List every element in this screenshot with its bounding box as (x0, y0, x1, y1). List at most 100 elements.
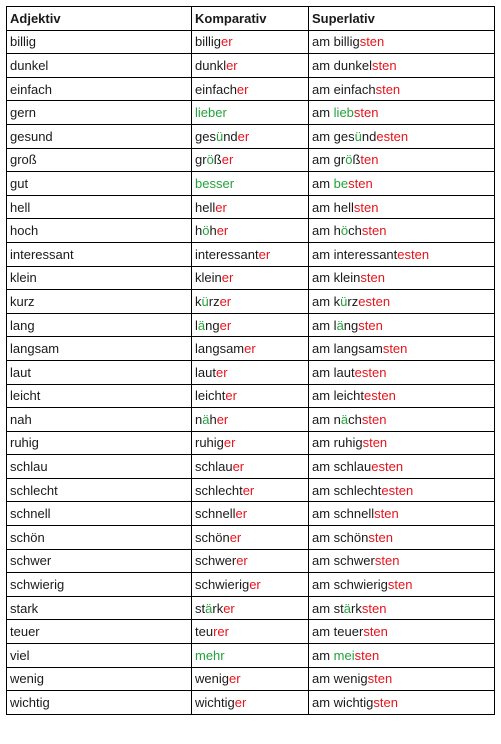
adjective-cell: ruhig (6, 430, 192, 456)
comparative-cell: schöner (191, 525, 309, 550)
word-segment: schön (195, 529, 230, 545)
superlative-cell: am größten (308, 147, 495, 173)
word-segment: sten (374, 506, 399, 522)
word-segment: mei (333, 647, 355, 663)
word-segment: er (232, 459, 245, 475)
adjective-cell: schlau (6, 454, 192, 479)
word-segment: er (236, 81, 249, 97)
adjective-cell: gut (6, 171, 192, 196)
adjective-cell: gern (6, 100, 192, 125)
word-segment: am einfach (312, 81, 376, 97)
word-segment: schwer (195, 553, 237, 569)
word-segment: er (234, 695, 247, 711)
word-segment: sten (363, 624, 388, 640)
superlative-cell: am längsten (308, 312, 495, 338)
superlative-cell: am wenigsten (308, 666, 495, 692)
word-segment: sten (353, 105, 379, 121)
word-segment: sten (371, 57, 397, 73)
word-segment: er (219, 317, 232, 333)
word-segment: er (221, 34, 233, 50)
word-segment: langsam (195, 341, 245, 357)
adjective-cell: langsam (6, 336, 192, 361)
word-segment: am leicht (312, 388, 365, 404)
table-row: schön schöner am schönsten (6, 525, 495, 550)
word-segment: nd (361, 128, 377, 144)
header-adjektiv: Adjektiv (6, 6, 192, 31)
word-segment: esten (381, 482, 414, 498)
word-segment: sten (373, 695, 398, 711)
comparative-cell: stärker (191, 595, 309, 621)
table-row: schlecht schlechter am schlechtesten (6, 477, 495, 503)
table-row: wenig weniger am wenigsten (6, 666, 495, 692)
word-segment: am klein (312, 270, 361, 286)
table-row: groß größer am größten (6, 147, 495, 173)
word-segment: sten (361, 411, 387, 427)
word-segment: lieb (333, 105, 354, 121)
adjective-cell: laut (6, 359, 192, 385)
word-segment: er (216, 411, 229, 427)
comparative-cell: kürzer (191, 289, 309, 314)
word-segment: sten (374, 553, 400, 569)
superlative-cell: am liebsten (308, 100, 495, 125)
table-row: wichtig wichtiger am wichtigsten (6, 690, 495, 715)
comparative-cell: schwieriger (191, 572, 309, 597)
comparative-cell: mehr (191, 643, 309, 668)
word-segment: mehr (195, 647, 225, 663)
word-segment: am teuer (312, 624, 364, 640)
table-row: stark stärker am stärksten (6, 595, 495, 621)
word-segment: lieber (195, 105, 227, 121)
word-segment: st (195, 600, 206, 616)
table-row: dunkel dunkler am dunkelsten (6, 53, 495, 78)
table-row: interessant interessanter am interessantes… (6, 241, 495, 267)
word-segment: sten (358, 317, 383, 333)
word-segment: ö (206, 152, 214, 168)
adjective-cell: lang (6, 312, 192, 338)
word-segment: am laut (312, 364, 355, 380)
word-segment: sten (360, 270, 385, 286)
word-segment: er (228, 671, 241, 687)
word-segment: sten (382, 341, 408, 357)
word-segment: sten (361, 600, 387, 616)
comparative-cell: schlauer (191, 454, 309, 479)
table-body: billig billiger am billigsten dunkel dunkler… (6, 29, 495, 715)
word-segment: er (215, 364, 228, 380)
word-segment: besser (195, 175, 235, 191)
superlative-cell: am teuersten (308, 619, 495, 645)
comparative-cell: interessanter (191, 241, 309, 267)
adjective-cell: stark (6, 595, 192, 621)
header-superlativ: Superlativ (308, 6, 495, 31)
word-segment: am st (312, 600, 344, 616)
table-row: teuer teurer am teuersten (6, 619, 495, 645)
word-segment: ä (343, 600, 352, 616)
word-segment: sten (354, 647, 380, 663)
word-segment: ch (348, 411, 362, 427)
word-segment: ges (195, 128, 216, 144)
word-segment: gr (195, 152, 207, 168)
word-segment: schnell (195, 506, 236, 522)
table-row: schwierig schwieriger am schwierigsten (6, 572, 495, 597)
word-segment: wichtig (195, 695, 235, 711)
word-segment: schlecht (195, 482, 243, 498)
word-segment: hell (195, 199, 216, 215)
word-segment: esten (354, 364, 387, 380)
word-segment: am langsam (312, 341, 383, 357)
word-segment: er (221, 152, 234, 168)
comparative-cell: leichter (191, 383, 309, 409)
superlative-cell: am leichtesten (308, 383, 495, 409)
word-segment: h (209, 223, 217, 239)
comparative-cell: größer (191, 147, 309, 173)
word-segment: er (249, 577, 261, 593)
table-row: gesund gesünder am gesündesten (6, 123, 495, 149)
table-row: klein kleiner am kleinsten (6, 265, 495, 291)
word-segment: ten (360, 152, 379, 168)
comparative-cell: schneller (191, 501, 309, 527)
superlative-cell: am kleinsten (308, 265, 495, 291)
table-row: schlau schlauer am schlauesten (6, 454, 495, 479)
word-segment: er (226, 57, 238, 73)
word-segment: er (225, 388, 237, 404)
table-row: viel mehr am meisten (6, 643, 495, 668)
adjective-cell: gesund (6, 123, 192, 149)
table-row: hell heller am hellsten (6, 194, 495, 220)
adjective-cell: schön (6, 525, 192, 550)
word-segment: ü (201, 293, 209, 309)
